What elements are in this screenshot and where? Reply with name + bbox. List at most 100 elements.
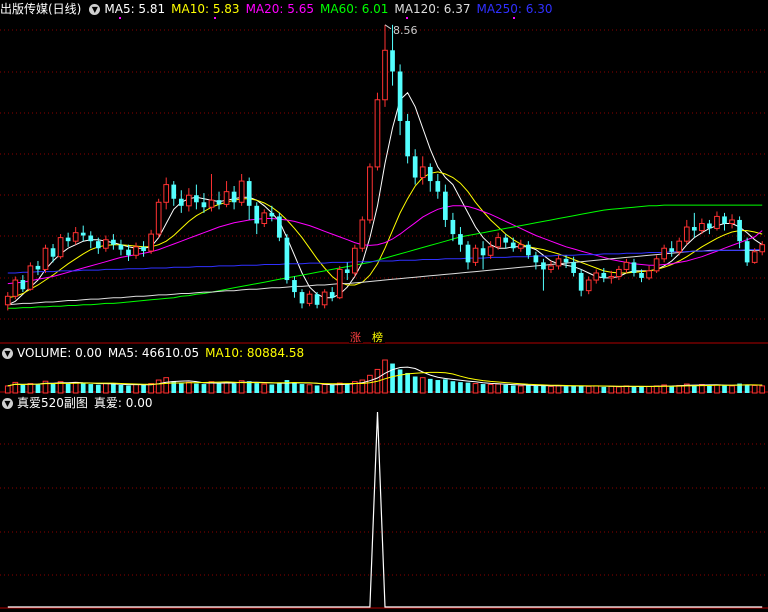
- candle-body: [563, 258, 569, 263]
- volume-bar: [616, 386, 622, 394]
- volume-bar: [344, 383, 350, 393]
- candle-body: [443, 191, 448, 220]
- candle-body: [344, 269, 350, 273]
- candle-body: [238, 180, 245, 203]
- candle-body: [163, 184, 170, 203]
- candle-body: [141, 246, 146, 252]
- candle-body: [435, 181, 441, 192]
- candle-body: [178, 198, 184, 206]
- candle-body: [155, 201, 162, 235]
- volume-bar: [254, 383, 260, 393]
- candle-body: [329, 292, 335, 298]
- candle-body: [148, 233, 154, 252]
- candle-body: [277, 216, 282, 238]
- candle-body: [578, 272, 584, 291]
- volume-bar: [541, 384, 546, 393]
- candle-body: [42, 247, 49, 270]
- candle-body: [57, 237, 64, 258]
- volume-bar: [367, 374, 373, 394]
- candle-body: [691, 227, 697, 231]
- candle-body: [631, 262, 637, 273]
- candle-body: [480, 248, 486, 256]
- candle-body: [646, 270, 652, 279]
- volume-bar: [194, 383, 199, 393]
- candle-body: [299, 292, 305, 304]
- volume-bar: [585, 385, 592, 394]
- candle-body: [171, 184, 177, 199]
- candle-body: [751, 251, 758, 263]
- volume-bar: [707, 385, 712, 393]
- volume-bar: [216, 383, 222, 393]
- volume-bar: [118, 384, 124, 393]
- candle-body: [533, 255, 539, 263]
- volume-bar: [223, 381, 230, 394]
- candle-body: [616, 268, 622, 278]
- volume-bar: [450, 381, 456, 393]
- volume-bar: [178, 383, 184, 393]
- candle-body: [450, 219, 456, 235]
- volume-bar: [126, 385, 131, 393]
- candle-body: [390, 50, 395, 72]
- candle-body: [405, 120, 410, 157]
- candle-body: [367, 166, 373, 221]
- limit-marker-0: 涨: [350, 331, 361, 344]
- volume-bar: [405, 372, 410, 393]
- candle-body: [465, 244, 471, 263]
- volume-bar: [314, 385, 320, 393]
- volume-bar: [80, 383, 86, 393]
- volume-bar: [533, 385, 539, 393]
- volume-bar: [329, 384, 335, 393]
- volume-bar: [443, 379, 448, 393]
- volume-bar: [744, 384, 750, 393]
- candle-body: [201, 202, 207, 208]
- candle-body: [759, 244, 766, 253]
- volume-bar: [390, 363, 395, 393]
- volume-bar: [50, 383, 56, 393]
- volume-bar: [480, 384, 486, 393]
- candle-body: [20, 280, 26, 290]
- peak-pointer: [384, 24, 392, 30]
- volume-bar: [435, 380, 441, 393]
- volume-bar: [321, 384, 328, 394]
- volume-bar: [95, 384, 101, 393]
- volume-bar: [201, 384, 207, 393]
- peak-price-label: 8.56: [393, 24, 418, 37]
- volume-bar: [722, 385, 727, 393]
- candle-body: [555, 258, 562, 267]
- volume-bar: [555, 385, 562, 394]
- candle-body: [601, 272, 607, 278]
- candle-body: [707, 223, 712, 229]
- top-marker-1: [214, 17, 216, 19]
- candle-body: [676, 240, 683, 253]
- candle-body: [541, 262, 546, 270]
- volume-bar: [623, 385, 630, 394]
- volume-bar: [669, 385, 675, 393]
- volume-bar: [155, 379, 162, 394]
- candle-body: [472, 247, 479, 263]
- volume-bar: [306, 384, 313, 394]
- volume-bar: [593, 385, 600, 394]
- volume-bar: [72, 381, 79, 394]
- volume-bar: [299, 384, 305, 393]
- volume-bar: [231, 383, 237, 393]
- limit-marker-1: 榜: [372, 330, 383, 344]
- indicator-line: [7, 411, 763, 608]
- volume-bar: [277, 383, 282, 393]
- candle-body: [722, 216, 727, 224]
- candle-body: [699, 222, 705, 232]
- volume-bar: [163, 377, 170, 394]
- candle-body: [314, 294, 320, 305]
- candle-body: [194, 195, 199, 203]
- candle-body: [571, 262, 576, 273]
- candle-body: [608, 276, 615, 279]
- kline-chart[interactable]: 8.56 涨榜: [0, 0, 768, 612]
- top-marker-0: [119, 17, 121, 19]
- candle-body: [548, 265, 554, 270]
- volume-bar: [111, 384, 116, 393]
- candle-body: [374, 99, 381, 168]
- candle-body: [254, 205, 260, 224]
- candle-body: [517, 244, 524, 249]
- volume-bar: [458, 382, 463, 393]
- candle-body: [419, 166, 426, 179]
- candle-body: [223, 191, 230, 205]
